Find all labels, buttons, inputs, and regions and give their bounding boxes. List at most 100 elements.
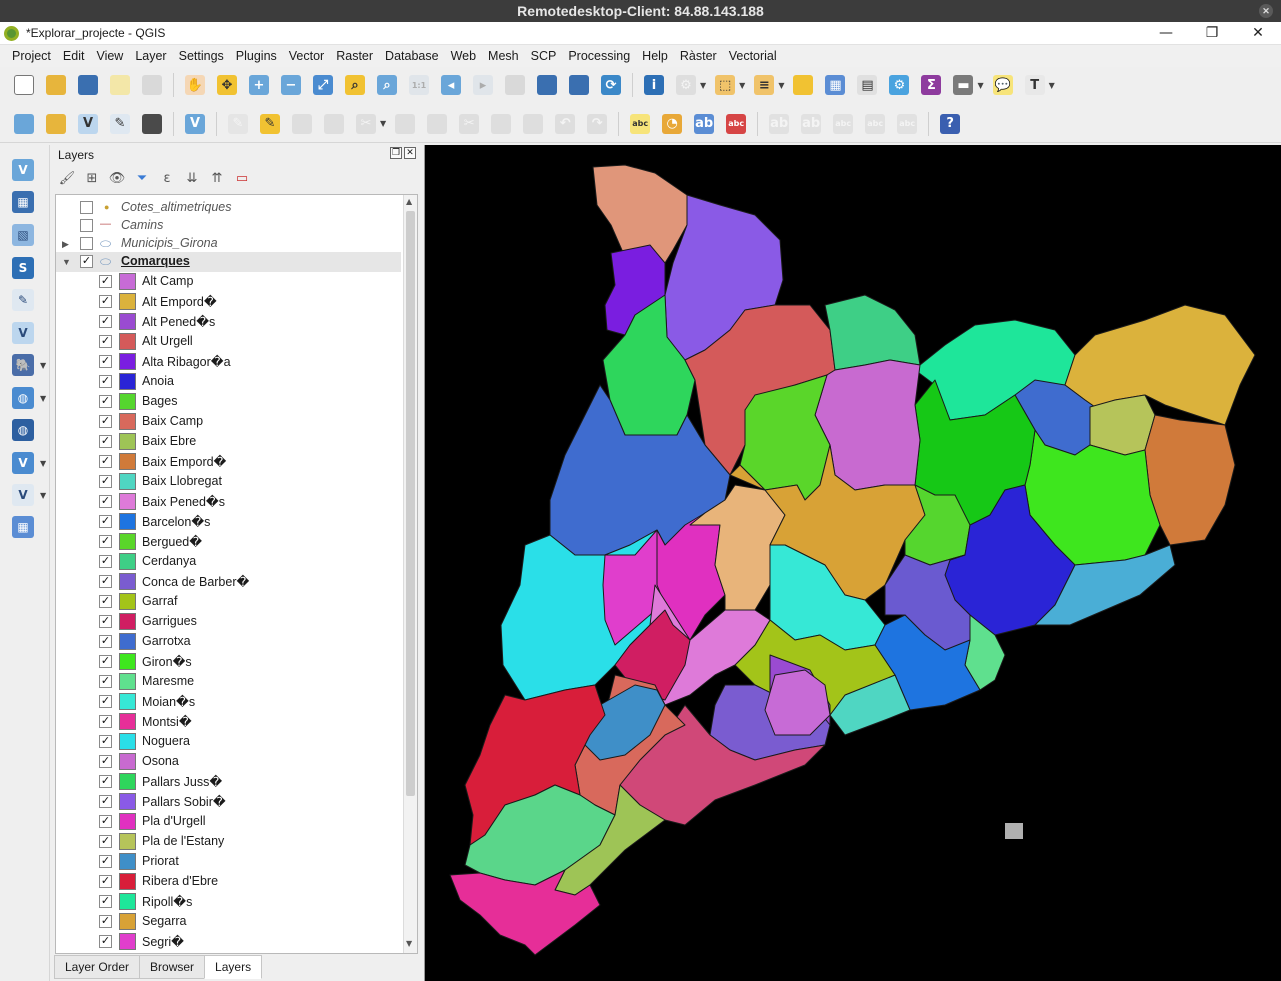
legend-category-row[interactable]: ✓ Maresme (56, 672, 401, 692)
layer-row-cotes-altimetriques[interactable]: ● Cotes_altimetriques (56, 198, 401, 218)
menu-web[interactable]: Web (445, 45, 482, 67)
dropdown-arrow-icon[interactable]: ▼ (1049, 81, 1055, 90)
statistics-button[interactable]: ▤ (854, 72, 880, 98)
field-calculator-button[interactable]: Σ (918, 72, 944, 98)
category-visibility-checkbox[interactable]: ✓ (99, 695, 112, 708)
legend-category-row[interactable]: ✓ Anoia (56, 372, 401, 392)
zoom-out-button[interactable]: − (278, 72, 304, 98)
legend-category-row[interactable]: ✓ Ribera d'Ebre (56, 872, 401, 892)
style-manager-icon[interactable]: 🖌 (56, 168, 78, 188)
legend-category-row[interactable]: ✓ Garrotxa (56, 632, 401, 652)
category-visibility-checkbox[interactable]: ✓ (99, 815, 112, 828)
new-map-view-button[interactable] (502, 72, 528, 98)
category-visibility-checkbox[interactable]: ✓ (99, 615, 112, 628)
scrollbar-thumb[interactable] (406, 211, 415, 796)
dropdown-arrow-icon[interactable]: ▼ (40, 491, 46, 500)
add-delimited-text-button[interactable]: S (10, 255, 36, 281)
add-postgis-button[interactable]: 🐘 (10, 352, 36, 378)
save-project-button[interactable] (75, 72, 101, 98)
restore-icon[interactable]: ❐ (1189, 22, 1235, 44)
layer-row-municipis-girona[interactable]: ▶ ⬭ Municipis_Girona (56, 234, 401, 254)
dropdown-arrow-icon[interactable]: ▼ (778, 81, 784, 90)
add-raster-layer-button[interactable]: ▦ (10, 189, 36, 215)
category-visibility-checkbox[interactable]: ✓ (99, 495, 112, 508)
legend-category-row[interactable]: ✓ Moian�s (56, 692, 401, 712)
category-visibility-checkbox[interactable]: ✓ (99, 535, 112, 548)
expand-arrow-icon[interactable]: ▶ (62, 239, 69, 250)
legend-category-row[interactable]: ✓ Alt Empord� (56, 292, 401, 312)
category-visibility-checkbox[interactable]: ✓ (99, 595, 112, 608)
category-visibility-checkbox[interactable]: ✓ (99, 275, 112, 288)
legend-category-row[interactable]: ✓ Segri� (56, 932, 401, 952)
comarca-polygon[interactable] (1089, 394, 1156, 456)
virtual-layer-button[interactable] (139, 111, 165, 137)
menu-r-ster[interactable]: Ràster (674, 45, 723, 67)
tab-layers[interactable]: Layers (204, 955, 263, 979)
category-visibility-checkbox[interactable]: ✓ (99, 395, 112, 408)
toggle-editing-button[interactable]: ✎ (257, 111, 283, 137)
category-visibility-checkbox[interactable]: ✓ (99, 435, 112, 448)
menu-processing[interactable]: Processing (562, 45, 636, 67)
zoom-full-button[interactable]: ⤢ (310, 72, 336, 98)
dropdown-arrow-icon[interactable]: ▼ (380, 119, 386, 128)
pin-labels-button[interactable]: ab (691, 111, 717, 137)
layer-labeling-button[interactable]: abc (627, 111, 653, 137)
expand-all-icon[interactable]: ⇊ (181, 168, 203, 188)
new-bookmark-button[interactable] (534, 72, 560, 98)
tab-layer-order[interactable]: Layer Order (54, 955, 141, 979)
tab-browser[interactable]: Browser (139, 955, 206, 979)
dropdown-arrow-icon[interactable]: ▼ (739, 81, 745, 90)
category-visibility-checkbox[interactable]: ✓ (99, 355, 112, 368)
category-visibility-checkbox[interactable]: ✓ (99, 775, 112, 788)
new-shapefile-layer-button[interactable] (43, 111, 69, 137)
add-wfs-button[interactable]: ◍ (10, 417, 36, 443)
category-visibility-checkbox[interactable]: ✓ (99, 895, 112, 908)
select-features-button[interactable]: ⬚ (712, 72, 738, 98)
legend-category-row[interactable]: ✓ Pla d'Urgell (56, 812, 401, 832)
category-visibility-checkbox[interactable]: ✓ (99, 555, 112, 568)
legend-category-row[interactable]: ✓ Garraf (56, 592, 401, 612)
dropdown-arrow-icon[interactable]: ▼ (40, 459, 46, 468)
legend-category-row[interactable]: ✓ Giron�s (56, 652, 401, 672)
dropdown-arrow-icon[interactable]: ▼ (40, 394, 46, 403)
legend-category-row[interactable]: ✓ Baix Camp (56, 412, 401, 432)
filter-by-expression-icon[interactable]: ε (156, 168, 178, 188)
zoom-to-selection-button[interactable]: ⌕ (342, 72, 368, 98)
category-visibility-checkbox[interactable]: ✓ (99, 575, 112, 588)
menu-help[interactable]: Help (636, 45, 674, 67)
open-project-button[interactable] (43, 72, 69, 98)
help-button[interactable]: ? (937, 111, 963, 137)
menu-plugins[interactable]: Plugins (230, 45, 283, 67)
zoom-last-button[interactable]: ◂ (438, 72, 464, 98)
zoom-in-button[interactable]: + (246, 72, 272, 98)
add-group-icon[interactable]: ⊞ (81, 168, 103, 188)
add-gpx-layer-button[interactable]: ✎ (10, 287, 36, 313)
new-project-button[interactable] (11, 72, 37, 98)
dropdown-arrow-icon[interactable]: ▼ (977, 81, 983, 90)
layer-visibility-checkbox[interactable] (80, 219, 93, 232)
toolbox-button[interactable]: ⚙ (886, 72, 912, 98)
legend-category-row[interactable]: ✓ Conca de Barber� (56, 572, 401, 592)
menu-raster[interactable]: Raster (330, 45, 379, 67)
legend-category-row[interactable]: ✓ Barcelon�s (56, 512, 401, 532)
category-visibility-checkbox[interactable]: ✓ (99, 335, 112, 348)
add-wcs-button[interactable]: V (10, 450, 36, 476)
pan-map-button[interactable]: ✋ (182, 72, 208, 98)
map-canvas[interactable] (424, 145, 1281, 981)
map-tips-button[interactable]: 💬 (990, 72, 1016, 98)
layer-visibility-checkbox[interactable] (80, 201, 93, 214)
deselect-all-button[interactable] (790, 72, 816, 98)
legend-category-row[interactable]: ✓ Alta Ribagor�a (56, 352, 401, 372)
legend-category-row[interactable]: ✓ Priorat (56, 852, 401, 872)
category-visibility-checkbox[interactable]: ✓ (99, 875, 112, 888)
category-visibility-checkbox[interactable]: ✓ (99, 475, 112, 488)
remote-close-icon[interactable]: ✕ (1259, 4, 1273, 18)
pan-to-selection-button[interactable]: ✥ (214, 72, 240, 98)
highlight-pinned-labels-button[interactable]: abc (723, 111, 749, 137)
category-visibility-checkbox[interactable]: ✓ (99, 415, 112, 428)
dropdown-arrow-icon[interactable]: ▼ (40, 361, 46, 370)
open-attribute-table-button[interactable]: ▦ (822, 72, 848, 98)
legend-category-row[interactable]: ✓ Cerdanya (56, 552, 401, 572)
legend-category-row[interactable]: ✓ Ripoll�s (56, 892, 401, 912)
menu-edit[interactable]: Edit (57, 45, 91, 67)
